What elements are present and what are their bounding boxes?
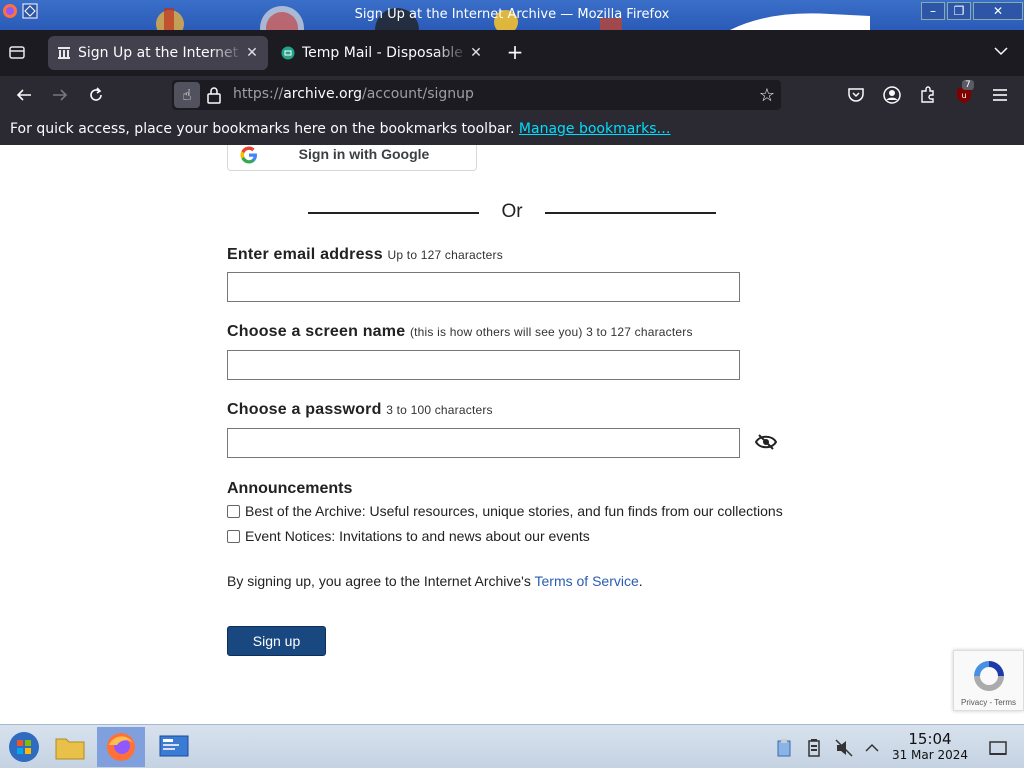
file-manager-taskbar-button[interactable] (46, 727, 94, 767)
tab-close-icon[interactable]: ✕ (244, 45, 260, 61)
archive-icon (56, 45, 72, 61)
app-menu-icon[interactable] (990, 85, 1010, 105)
url-path: /account/signup (362, 86, 474, 102)
screen-name-hint: (this is how others will see you) 3 to 1… (409, 325, 693, 339)
extension-badge-count: 7 (962, 80, 974, 90)
control-panel-icon (159, 735, 189, 757)
event-notices-checkbox[interactable] (227, 529, 240, 543)
terms-statement: By signing up, you agree to the Internet… (227, 573, 643, 589)
chevron-up-icon[interactable] (863, 739, 881, 757)
recaptcha-privacy-terms[interactable]: Privacy - Terms (954, 698, 1023, 707)
navigation-toolbar: ☝ https://archive.org/account/signup ☆ u (0, 76, 1024, 114)
url-host: archive.org (283, 86, 362, 102)
taskbar: 15:04 31 Mar 2024 (0, 724, 1024, 768)
pocket-icon[interactable] (846, 85, 866, 105)
firefox-taskbar-button[interactable] (97, 727, 145, 767)
tab-title: Sign Up at the Internet Archive (78, 45, 244, 61)
terms-of-service-link[interactable]: Terms of Service (535, 573, 639, 589)
maximize-button[interactable]: ❐ (947, 2, 971, 20)
announcements-heading: Announcements (227, 480, 353, 497)
tab-close-icon[interactable]: ✕ (468, 45, 484, 61)
extension-hand-icon[interactable]: ☝ (174, 82, 200, 108)
control-panel-taskbar-button[interactable] (150, 727, 198, 767)
clipboard-tray-icon[interactable] (775, 739, 793, 757)
email-label-text: Enter email address (227, 246, 383, 263)
page-content: Sign in with Google Or Enter email addre… (0, 145, 1024, 724)
list-all-tabs-icon[interactable] (994, 44, 1014, 60)
event-notices-label: Event Notices: Invitations to and news a… (245, 528, 590, 544)
forward-arrow-icon[interactable] (49, 84, 71, 106)
url-bar[interactable]: ☝ https://archive.org/account/signup ☆ (172, 80, 781, 110)
tab-internet-archive-signup[interactable]: Sign Up at the Internet Archive ✕ (48, 36, 268, 70)
extensions-puzzle-icon[interactable] (918, 85, 938, 105)
bookmarks-toolbar: For quick access, place your bookmarks h… (0, 114, 1024, 145)
sign-in-with-google-button[interactable]: Sign in with Google (227, 145, 477, 171)
url-prefix: https:// (233, 86, 284, 102)
volume-muted-icon[interactable] (835, 739, 853, 757)
tab-title: Temp Mail - Disposable Temporary Email (302, 45, 468, 61)
firefox-icon (107, 733, 135, 761)
close-button[interactable]: ✕ (973, 2, 1023, 20)
show-desktop-icon[interactable] (989, 739, 1007, 757)
best-of-archive-checkbox[interactable] (227, 504, 240, 518)
password-label: Choose a password 3 to 100 characters (227, 401, 493, 419)
divider-right (545, 212, 716, 214)
window-titlebar: Sign Up at the Internet Archive — Mozill… (0, 0, 1024, 30)
bookmarks-empty-message: For quick access, place your bookmarks h… (10, 121, 515, 137)
password-label-text: Choose a password (227, 401, 382, 418)
svg-text:u: u (961, 91, 966, 100)
start-orb-icon (9, 732, 39, 762)
window-title: Sign Up at the Internet Archive — Mozill… (354, 7, 670, 22)
taskbar-clock[interactable]: 15:04 31 Mar 2024 (888, 730, 972, 763)
email-label: Enter email address Up to 127 characters (227, 246, 503, 264)
clock-time: 15:04 (908, 730, 952, 748)
password-hint: 3 to 100 characters (386, 403, 493, 417)
bookmark-star-icon[interactable]: ☆ (759, 85, 775, 106)
recaptcha-badge[interactable]: Privacy - Terms (953, 650, 1024, 711)
terms-prefix: By signing up, you agree to the Internet… (227, 573, 535, 589)
manage-bookmarks-link[interactable]: Manage bookmarks… (519, 121, 671, 137)
divider-left (308, 212, 479, 214)
screen-name-label-text: Choose a screen name (227, 323, 406, 340)
url-text[interactable]: https://archive.org/account/signup (233, 86, 474, 102)
back-arrow-icon[interactable] (13, 84, 35, 106)
minimize-button[interactable]: – (921, 2, 945, 20)
lock-icon[interactable] (206, 86, 222, 104)
clock-date: 31 Mar 2024 (891, 748, 969, 762)
google-button-label: Sign in with Google (298, 146, 430, 162)
account-icon[interactable] (882, 85, 902, 105)
password-field[interactable] (227, 428, 740, 458)
best-of-archive-option[interactable]: Best of the Archive: Useful resources, u… (227, 503, 783, 519)
terms-suffix: . (638, 573, 643, 589)
new-tab-button[interactable]: + (504, 42, 526, 64)
firefox-view-icon[interactable] (8, 43, 28, 63)
reload-icon[interactable] (85, 84, 107, 106)
tab-strip: Sign Up at the Internet Archive ✕ Temp M… (0, 30, 1024, 76)
recaptcha-icon (974, 661, 1004, 691)
battery-tray-icon[interactable] (805, 739, 823, 757)
folder-icon (55, 738, 85, 760)
tempmail-icon (280, 45, 296, 61)
email-field[interactable] (227, 272, 740, 302)
screen-name-label: Choose a screen name (this is how others… (227, 323, 693, 341)
event-notices-option[interactable]: Event Notices: Invitations to and news a… (227, 528, 590, 544)
email-hint: Up to 127 characters (387, 248, 503, 262)
best-of-archive-label: Best of the Archive: Useful resources, u… (245, 503, 783, 519)
start-menu-button[interactable] (0, 727, 48, 767)
show-password-eye-icon[interactable] (755, 434, 777, 450)
tab-temp-mail[interactable]: Temp Mail - Disposable Temporary Email ✕ (272, 36, 492, 70)
screen-name-field[interactable] (227, 350, 740, 380)
or-separator: Or (501, 201, 523, 222)
sign-up-button[interactable]: Sign up (227, 626, 326, 656)
